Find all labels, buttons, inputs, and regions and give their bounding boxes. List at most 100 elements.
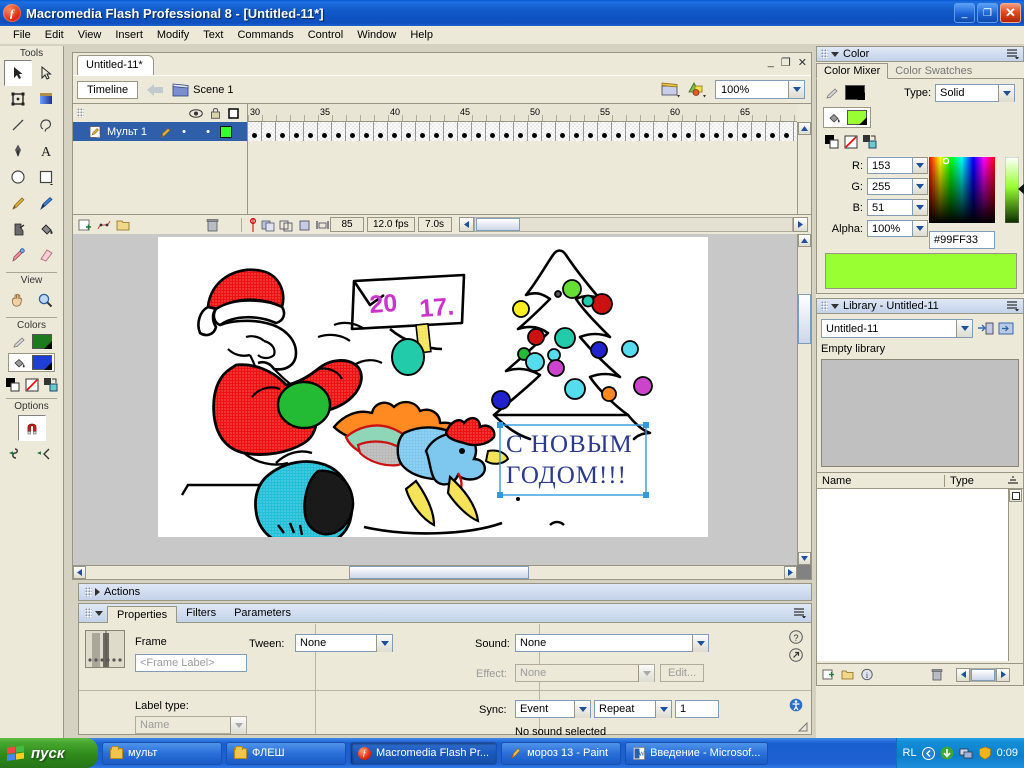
timeline-frame-cell[interactable] (766, 122, 780, 141)
timeline-frame-cell[interactable] (416, 122, 430, 141)
free-transform-tool[interactable] (4, 86, 32, 112)
chevron-down-icon[interactable] (998, 84, 1014, 102)
panel-options-icon[interactable] (794, 608, 806, 618)
keyframe-dot[interactable] (658, 133, 663, 138)
keyframe-dot[interactable] (378, 133, 383, 138)
timeline-frame-cell[interactable] (360, 122, 374, 141)
gradient-transform-tool[interactable] (32, 86, 60, 112)
chevron-down-icon[interactable] (376, 634, 392, 652)
keyframe-dot[interactable] (406, 133, 411, 138)
keyframe-dot[interactable] (322, 133, 327, 138)
modify-onion-markers-icon[interactable] (315, 218, 330, 232)
timeline-frame-cell[interactable] (304, 122, 318, 141)
chevron-down-icon[interactable] (655, 700, 671, 718)
keyframe-dot[interactable] (728, 133, 733, 138)
color-picker-field[interactable] (929, 157, 995, 223)
outline-square-icon[interactable] (228, 107, 239, 119)
timeline-frame-cell[interactable] (472, 122, 486, 141)
stroke-color-swatch[interactable] (31, 334, 52, 349)
menu-insert[interactable]: Insert (108, 27, 150, 43)
frame-rate-field[interactable]: 12.0 fps (367, 217, 415, 232)
timeline-frame-cell[interactable] (332, 122, 346, 141)
menu-window[interactable]: Window (350, 27, 403, 43)
keyframe-dot[interactable] (672, 133, 677, 138)
chevron-down-icon[interactable] (574, 700, 590, 718)
timeline-frame-cell[interactable] (626, 122, 640, 141)
timeline-frame-cell[interactable] (668, 122, 682, 141)
keyframe-dot[interactable] (504, 133, 509, 138)
doc-restore-button[interactable]: ❐ (781, 56, 791, 69)
mixer-fill-row[interactable] (823, 107, 871, 128)
brightness-slider-thumb[interactable] (1018, 183, 1024, 195)
expand-arrow-icon[interactable] (789, 648, 803, 662)
minimize-button[interactable]: _ (954, 3, 975, 23)
insert-layer-folder-icon[interactable] (116, 218, 131, 232)
hand-tool[interactable] (4, 287, 32, 313)
taskbar-item-flesh[interactable]: ФЛЕШ (226, 741, 346, 765)
timeline-frame-cell[interactable] (710, 122, 724, 141)
new-folder-icon[interactable] (841, 668, 855, 681)
timeline-frame-cell[interactable] (276, 122, 290, 141)
tab-properties[interactable]: Properties (107, 605, 178, 623)
layer-lock-dot[interactable]: • (196, 126, 220, 138)
keyframe-dot[interactable] (630, 133, 635, 138)
wide-library-view-icon[interactable] (1009, 489, 1022, 502)
scroll-up-button[interactable] (798, 122, 811, 135)
scroll-left-icon[interactable] (956, 667, 970, 682)
show-hidden-icons[interactable] (921, 746, 935, 760)
keyframe-dot[interactable] (574, 133, 579, 138)
keyframe-dot[interactable] (476, 133, 481, 138)
timeline-frame-cell[interactable] (752, 122, 766, 141)
keyframe-dot[interactable] (294, 133, 299, 138)
stage-vscroll-thumb[interactable] (798, 294, 811, 344)
library-col-name[interactable]: Name (817, 475, 944, 487)
edit-scene-icon[interactable] (661, 80, 681, 98)
sort-order-icon[interactable] (1006, 475, 1020, 487)
sync-select[interactable]: Event (515, 700, 591, 718)
eye-icon[interactable] (189, 108, 203, 119)
taskbar-item-word[interactable]: W Введение - Microsof... (625, 741, 769, 765)
chevron-down-icon[interactable] (831, 51, 839, 57)
clock[interactable]: 0:09 (997, 747, 1018, 759)
b-input[interactable]: 51 (867, 199, 913, 216)
stage-horizontal-scrollbar[interactable] (73, 565, 797, 579)
panel-options-icon[interactable] (1007, 49, 1019, 59)
fill-color-swatch[interactable] (31, 355, 52, 370)
text-tool[interactable]: A (32, 138, 60, 164)
chevron-down-icon[interactable] (692, 634, 708, 652)
black-and-white-button[interactable] (825, 135, 839, 149)
line-tool[interactable] (4, 112, 32, 138)
timeline-frame-cell[interactable] (248, 122, 262, 141)
timeline-frame-cell[interactable] (724, 122, 738, 141)
color-type-select[interactable]: Solid (935, 84, 1015, 102)
library-scrollbar[interactable] (1009, 489, 1023, 661)
brightness-slider[interactable] (1005, 157, 1019, 223)
taskbar-item-flash[interactable]: ƒ Macromedia Flash Pr... (350, 741, 498, 765)
keyframe-dot[interactable] (364, 133, 369, 138)
keyframe-dot[interactable] (686, 133, 691, 138)
timeline-frame-cell[interactable] (570, 122, 584, 141)
frames-scroll-left-button[interactable] (458, 217, 474, 232)
library-panel-title[interactable]: Library - Untitled-11 (816, 298, 1024, 314)
color-panel-title[interactable]: Color (816, 46, 1024, 62)
back-arrow-icon[interactable] (146, 82, 164, 98)
language-indicator[interactable]: RL (903, 747, 917, 759)
frame-label-input[interactable]: <Frame Label> (135, 654, 247, 672)
pen-tool[interactable] (4, 138, 32, 164)
smooth-option[interactable] (8, 446, 27, 462)
frames-scrollbar-track[interactable] (473, 217, 793, 232)
keyframe-dot[interactable] (700, 133, 705, 138)
keyframe-dot[interactable] (350, 133, 355, 138)
brush-tool[interactable] (32, 190, 60, 216)
insert-layer-icon[interactable] (78, 218, 93, 232)
timeline-frame-cell[interactable] (542, 122, 556, 141)
stage-scroll-right-button[interactable] (784, 566, 797, 579)
timeline-frame-cell[interactable] (402, 122, 416, 141)
chevron-down-icon[interactable] (638, 664, 654, 682)
keyframe-dot[interactable] (588, 133, 593, 138)
keyframe-dot[interactable] (546, 133, 551, 138)
onion-skin-outlines-icon[interactable] (279, 218, 294, 232)
accessibility-icon[interactable] (789, 698, 803, 712)
keyframe-dot[interactable] (644, 133, 649, 138)
close-button[interactable]: ✕ (1000, 3, 1021, 23)
